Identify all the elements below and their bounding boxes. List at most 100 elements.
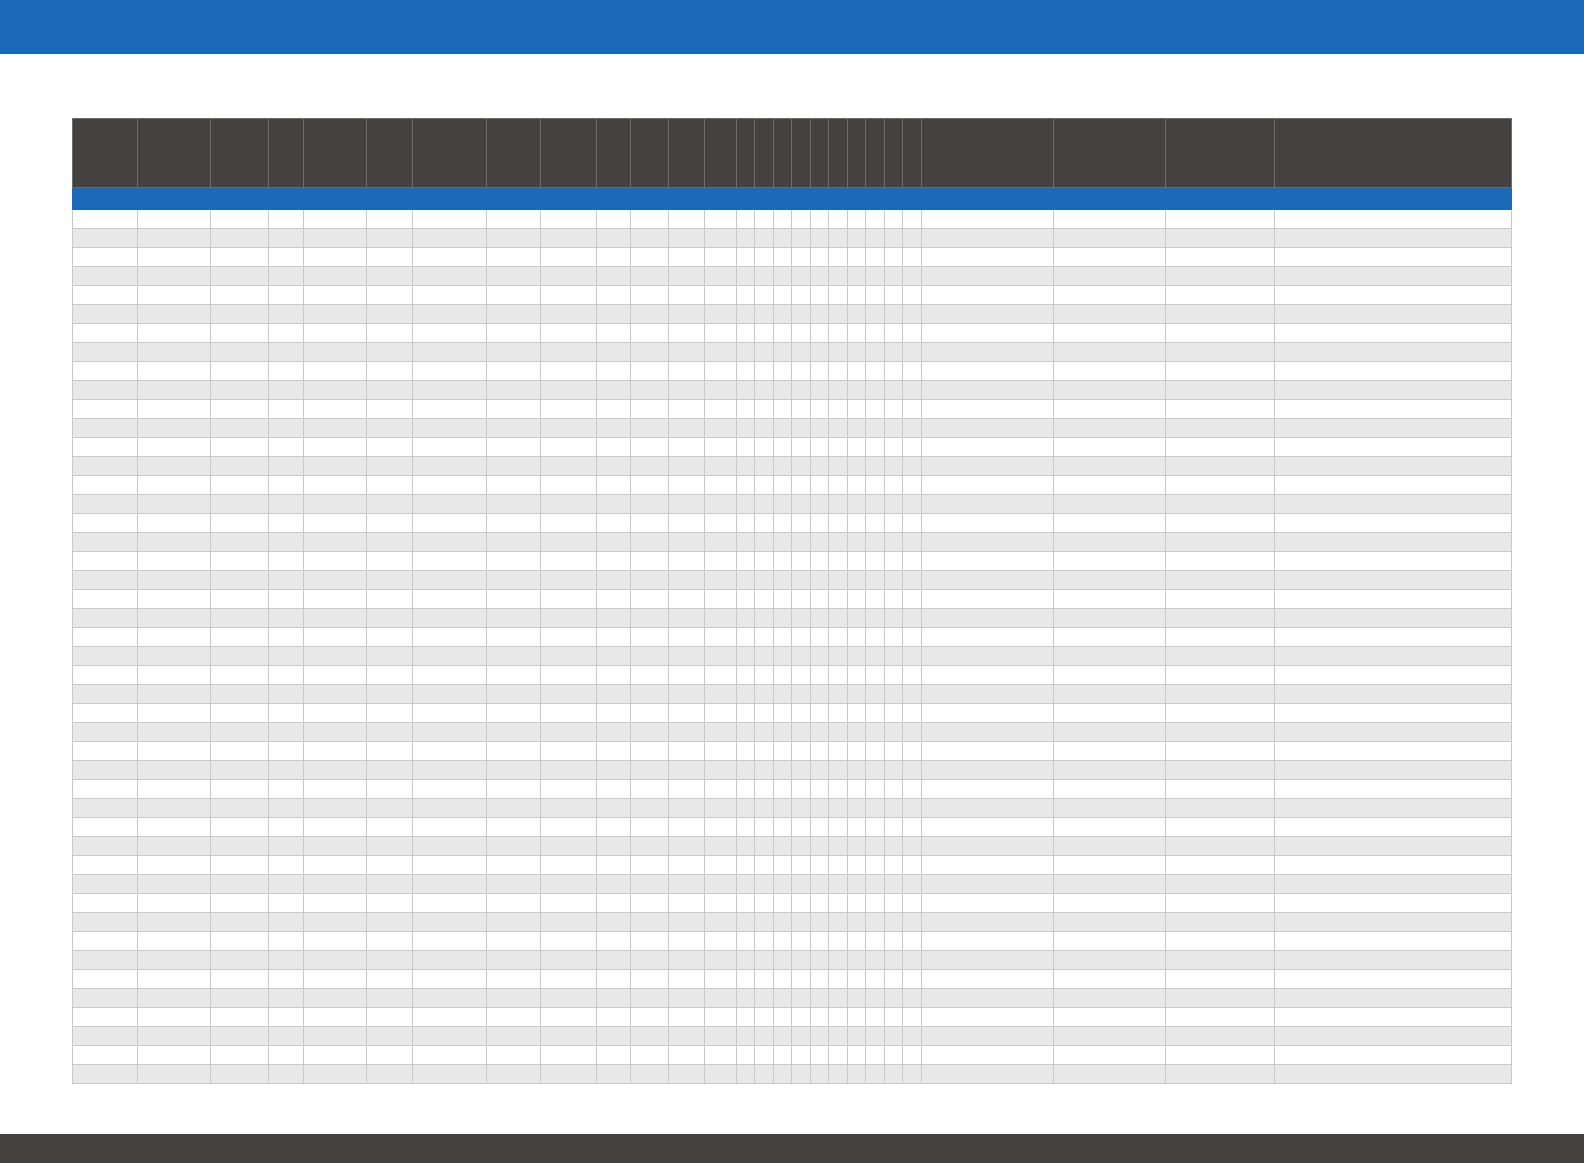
table-cell[interactable] [71, 304, 139, 324]
table-cell[interactable] [809, 969, 829, 989]
table-cell[interactable] [629, 722, 669, 742]
table-cell[interactable] [629, 247, 669, 267]
table-cell[interactable] [901, 988, 922, 1008]
table-cell[interactable] [366, 988, 414, 1008]
table-cell[interactable] [1053, 513, 1167, 533]
table-cell[interactable] [883, 798, 903, 818]
table-cell[interactable] [703, 855, 737, 875]
table-cell[interactable] [1165, 437, 1276, 457]
table-cell[interactable] [137, 893, 212, 913]
table-cell[interactable] [412, 779, 487, 799]
table-cell[interactable] [703, 513, 737, 533]
table-cell[interactable] [539, 551, 597, 571]
table-cell[interactable] [1053, 247, 1167, 267]
table-cell[interactable] [539, 912, 597, 932]
table-cell[interactable] [595, 969, 631, 989]
table-cell[interactable] [1274, 475, 1512, 495]
table-cell[interactable] [920, 494, 1055, 514]
table-cell[interactable] [901, 969, 922, 989]
table-cell[interactable] [412, 1045, 487, 1065]
table-cell[interactable] [667, 342, 705, 362]
table-cell[interactable] [883, 380, 903, 400]
table-cell[interactable] [667, 361, 705, 381]
table-cell[interactable] [485, 399, 541, 419]
table-cell[interactable] [735, 532, 755, 552]
table-cell[interactable] [485, 893, 541, 913]
table-cell[interactable] [210, 722, 270, 742]
table-cell[interactable] [485, 456, 541, 476]
table-cell[interactable] [920, 399, 1055, 419]
table-cell[interactable] [268, 608, 305, 628]
table-cell[interactable] [753, 513, 774, 533]
table-cell[interactable] [539, 608, 597, 628]
table-cell[interactable] [846, 722, 866, 742]
table-cell[interactable] [809, 703, 829, 723]
table-cell[interactable] [1274, 817, 1512, 837]
table-cell[interactable] [1274, 874, 1512, 894]
table-cell[interactable] [1274, 456, 1512, 476]
table-cell[interactable] [864, 570, 885, 590]
table-cell[interactable] [790, 323, 811, 343]
table-cell[interactable] [809, 266, 829, 286]
table-cell[interactable] [303, 570, 368, 590]
table-cell[interactable] [539, 988, 597, 1008]
table-cell[interactable] [595, 931, 631, 951]
table-cell[interactable] [901, 798, 922, 818]
table-cell[interactable] [1165, 399, 1276, 419]
table-cell[interactable] [772, 627, 792, 647]
table-cell[interactable] [864, 456, 885, 476]
table-cell[interactable] [901, 513, 922, 533]
table-cell[interactable] [790, 874, 811, 894]
table-cell[interactable] [864, 646, 885, 666]
table-cell[interactable] [864, 247, 885, 267]
table-cell[interactable] [1165, 988, 1276, 1008]
table-cell[interactable] [864, 760, 885, 780]
table-cell[interactable] [827, 969, 848, 989]
table-cell[interactable] [485, 209, 541, 229]
table-cell[interactable] [595, 874, 631, 894]
table-cell[interactable] [920, 380, 1055, 400]
table-cell[interactable] [667, 836, 705, 856]
table-cell[interactable] [735, 475, 755, 495]
table-cell[interactable] [920, 627, 1055, 647]
table-cell[interactable] [485, 304, 541, 324]
table-cell[interactable] [268, 589, 305, 609]
table-cell[interactable] [303, 836, 368, 856]
table-cell[interactable] [772, 931, 792, 951]
table-cell[interactable] [210, 532, 270, 552]
table-cell[interactable] [1053, 855, 1167, 875]
table-cell[interactable] [539, 266, 597, 286]
table-cell[interactable] [595, 475, 631, 495]
table-cell[interactable] [1165, 874, 1276, 894]
table-cell[interactable] [210, 475, 270, 495]
table-cell[interactable] [790, 570, 811, 590]
table-cell[interactable] [883, 456, 903, 476]
table-cell[interactable] [629, 361, 669, 381]
table-cell[interactable] [71, 1007, 139, 1027]
table-cell[interactable] [412, 1026, 487, 1046]
table-cell[interactable] [883, 323, 903, 343]
table-cell[interactable] [920, 988, 1055, 1008]
table-cell[interactable] [303, 589, 368, 609]
table-cell[interactable] [1274, 228, 1512, 248]
table-cell[interactable] [71, 532, 139, 552]
table-cell[interactable] [137, 684, 212, 704]
table-cell[interactable] [1274, 513, 1512, 533]
table-cell[interactable] [864, 266, 885, 286]
table-cell[interactable] [629, 399, 669, 419]
table-cell[interactable] [366, 228, 414, 248]
table-cell[interactable] [1274, 855, 1512, 875]
table-cell[interactable] [485, 342, 541, 362]
table-cell[interactable] [735, 1064, 755, 1084]
table-cell[interactable] [268, 760, 305, 780]
table-cell[interactable] [753, 1045, 774, 1065]
table-cell[interactable] [846, 1045, 866, 1065]
table-cell[interactable] [772, 418, 792, 438]
table-cell[interactable] [539, 665, 597, 685]
table-cell[interactable] [809, 627, 829, 647]
table-cell[interactable] [595, 912, 631, 932]
table-cell[interactable] [71, 1045, 139, 1065]
table-cell[interactable] [1274, 570, 1512, 590]
table-cell[interactable] [827, 570, 848, 590]
table-cell[interactable] [667, 779, 705, 799]
